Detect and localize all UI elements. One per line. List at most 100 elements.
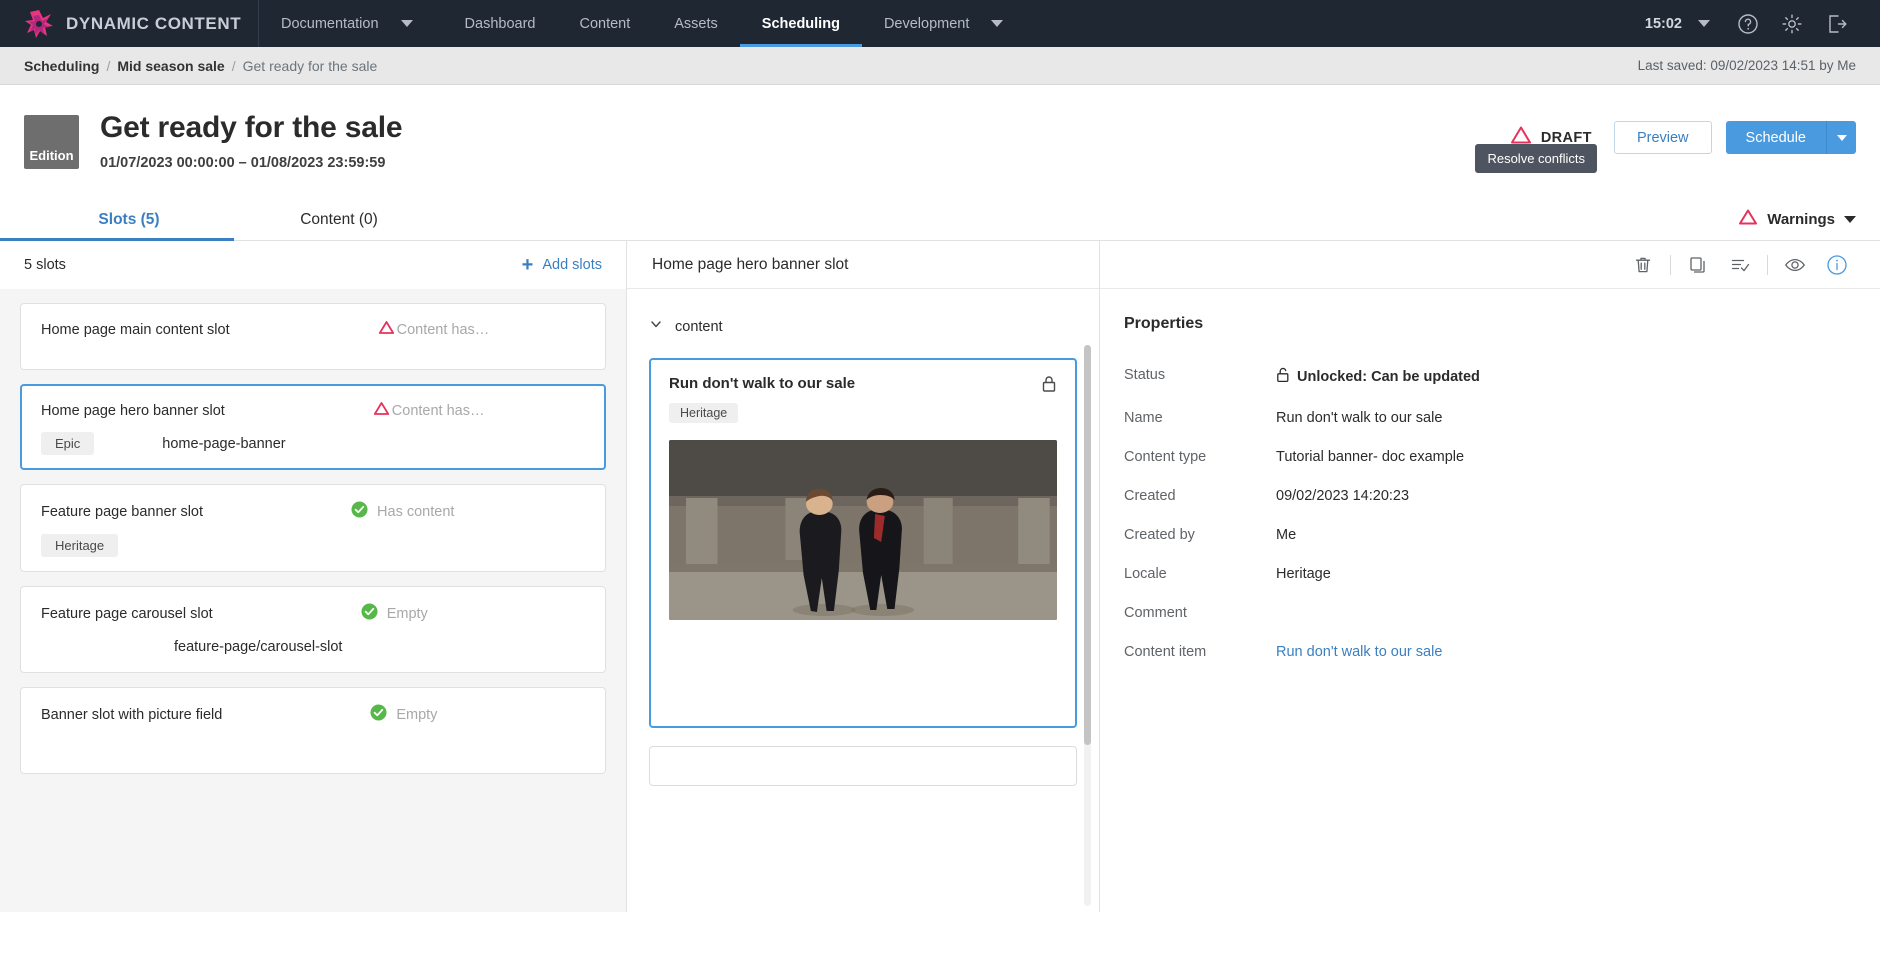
date-range-label: 01/07/2023 00:00:00 – 01/08/2023 23:59:5… [100, 155, 402, 171]
nav-item-content[interactable]: Content [557, 0, 652, 47]
tab-slots[interactable]: Slots (5) [24, 211, 234, 240]
check-circle-icon [361, 603, 378, 624]
property-key: Content item [1124, 644, 1276, 660]
trash-icon[interactable] [1622, 241, 1664, 289]
property-value-text: Unlocked: Can be updated [1297, 369, 1480, 385]
property-key: Name [1124, 410, 1276, 426]
slot-meta-row [41, 737, 585, 759]
page-header: Edition Get ready for the sale 01/07/202… [0, 85, 1880, 171]
add-slots-button[interactable]: + Add slots [522, 255, 602, 275]
property-key: Status [1124, 367, 1276, 383]
content-item-link[interactable]: Run don't walk to our sale [1276, 644, 1442, 660]
slot-path-label: feature-page/carousel-slot [174, 639, 342, 655]
slot-status-label: Empty [396, 707, 437, 723]
unlock-icon [1276, 367, 1290, 387]
logout-icon[interactable] [1814, 0, 1858, 47]
nav-development-chevron-down-icon[interactable] [979, 0, 1033, 47]
slot-status-label: Has content [377, 504, 454, 520]
warnings-label: Warnings [1767, 211, 1835, 228]
warning-triangle-icon [373, 401, 390, 420]
check-circle-icon [370, 704, 387, 725]
nav-item-assets[interactable]: Assets [652, 0, 740, 47]
center-scrollbar-thumb[interactable] [1084, 345, 1091, 745]
slots-count-label: 5 slots [24, 257, 66, 273]
slot-locale-chip: Heritage [41, 534, 118, 557]
slot-path-label: home-page-banner [162, 436, 285, 452]
slot-status: Content has… [378, 320, 490, 339]
tab-content[interactable]: Content (0) [234, 211, 444, 240]
content-item-card[interactable]: Run don't walk to our sale Heritage [649, 358, 1077, 728]
property-value: Me [1276, 527, 1296, 543]
properties-body: Properties Status Unlocked: Can be updat… [1100, 289, 1880, 683]
clock-chevron-down-icon[interactable] [1682, 0, 1726, 47]
property-value: Tutorial banner- doc example [1276, 449, 1464, 465]
plus-icon: + [522, 255, 534, 275]
slot-name: Home page hero banner slot [41, 403, 225, 419]
breadcrumb-item-scheduling[interactable]: Scheduling [24, 58, 99, 74]
slot-name: Home page main content slot [41, 322, 230, 338]
breadcrumb-item-mid-season-sale[interactable]: Mid season sale [117, 58, 224, 74]
slot-card-feature-page-banner[interactable]: Feature page banner slot Has content Her… [20, 484, 606, 572]
nav-documentation-chevron-down-icon[interactable] [389, 0, 443, 47]
warnings-dropdown[interactable]: Warnings [1738, 208, 1856, 240]
slot-header-row: Home page main content slot Content has… [41, 320, 585, 339]
preview-button[interactable]: Preview [1614, 121, 1712, 154]
slot-status: Empty [361, 603, 428, 624]
copy-icon[interactable] [1677, 241, 1719, 289]
warnings-chevron-down-icon [1844, 216, 1856, 223]
nav-item-documentation[interactable]: Documentation [259, 0, 389, 47]
breadcrumb-separator: / [232, 58, 236, 74]
slot-header-row: Feature page carousel slot Empty [41, 603, 585, 624]
property-row-content-type: Content type Tutorial banner- doc exampl… [1124, 449, 1880, 465]
slot-card-banner-slot-with-picture-field[interactable]: Banner slot with picture field Empty [20, 687, 606, 774]
slot-card-feature-page-carousel[interactable]: Feature page carousel slot Empty feature… [20, 586, 606, 673]
edition-badge: Edition [24, 115, 79, 169]
slot-card-home-page-main-content[interactable]: Home page main content slot Content has… [20, 303, 606, 370]
property-key: Created [1124, 488, 1276, 504]
nav-item-dashboard[interactable]: Dashboard [443, 0, 558, 47]
slot-status: Empty [370, 704, 437, 725]
property-row-created-by: Created by Me [1124, 527, 1880, 543]
clock-label: 15:02 [1645, 16, 1682, 32]
slot-meta-row: Heritage [41, 534, 585, 557]
property-row-content-item: Content item Run don't walk to our sale [1124, 644, 1880, 660]
slot-status-label: Content has… [397, 322, 490, 338]
content-item-header: Run don't walk to our sale Heritage [669, 375, 1057, 423]
help-icon[interactable] [1726, 0, 1770, 47]
gear-icon[interactable] [1770, 0, 1814, 47]
add-slots-label: Add slots [542, 257, 602, 273]
eye-icon[interactable] [1774, 241, 1816, 289]
last-saved-label: Last saved: 09/02/2023 14:51 by Me [1638, 58, 1856, 73]
property-key: Locale [1124, 566, 1276, 582]
slot-detail-body: content Run don't walk to our sale Herit… [627, 289, 1099, 912]
nav-right-cluster: 15:02 [1645, 0, 1880, 47]
nav-item-scheduling[interactable]: Scheduling [740, 0, 862, 47]
content-tree-toggle[interactable]: content [649, 317, 1077, 336]
slot-status-label: Empty [387, 606, 428, 622]
lock-icon[interactable] [1041, 375, 1057, 398]
brand-name: DYNAMIC CONTENT [66, 14, 241, 34]
slot-header-row: Feature page banner slot Has content [41, 501, 585, 522]
warning-triangle-icon [378, 320, 395, 339]
list-check-icon[interactable] [1719, 241, 1761, 289]
breadcrumb-bar: Scheduling / Mid season sale / Get ready… [0, 47, 1880, 85]
property-row-status: Status Unlocked: Can be updated [1124, 367, 1880, 387]
slot-status: Has content [351, 501, 454, 522]
property-row-comment: Comment [1124, 605, 1880, 621]
tab-bar: Slots (5) Content (0) Warnings [0, 197, 1880, 241]
slot-card-home-page-hero-banner[interactable]: Home page hero banner slot Content has… … [20, 384, 606, 470]
top-navigation-bar: DYNAMIC CONTENT Documentation Dashboard … [0, 0, 1880, 47]
property-row-locale: Locale Heritage [1124, 566, 1880, 582]
chevron-down-icon [649, 317, 663, 336]
schedule-button[interactable]: Schedule [1726, 121, 1826, 154]
slot-status: Content has… [373, 401, 485, 420]
brand-logo[interactable]: DYNAMIC CONTENT [0, 0, 258, 47]
nav-item-development[interactable]: Development [862, 0, 979, 47]
slot-status-label: Content has… [392, 403, 485, 419]
content-item-card-next[interactable] [649, 746, 1077, 786]
property-value: Run don't walk to our sale [1276, 410, 1442, 426]
check-circle-icon [351, 501, 368, 522]
info-icon[interactable] [1816, 241, 1858, 289]
main-content-area: 5 slots + Add slots Home page main conte… [0, 241, 1880, 912]
schedule-dropdown-button[interactable] [1826, 121, 1856, 154]
